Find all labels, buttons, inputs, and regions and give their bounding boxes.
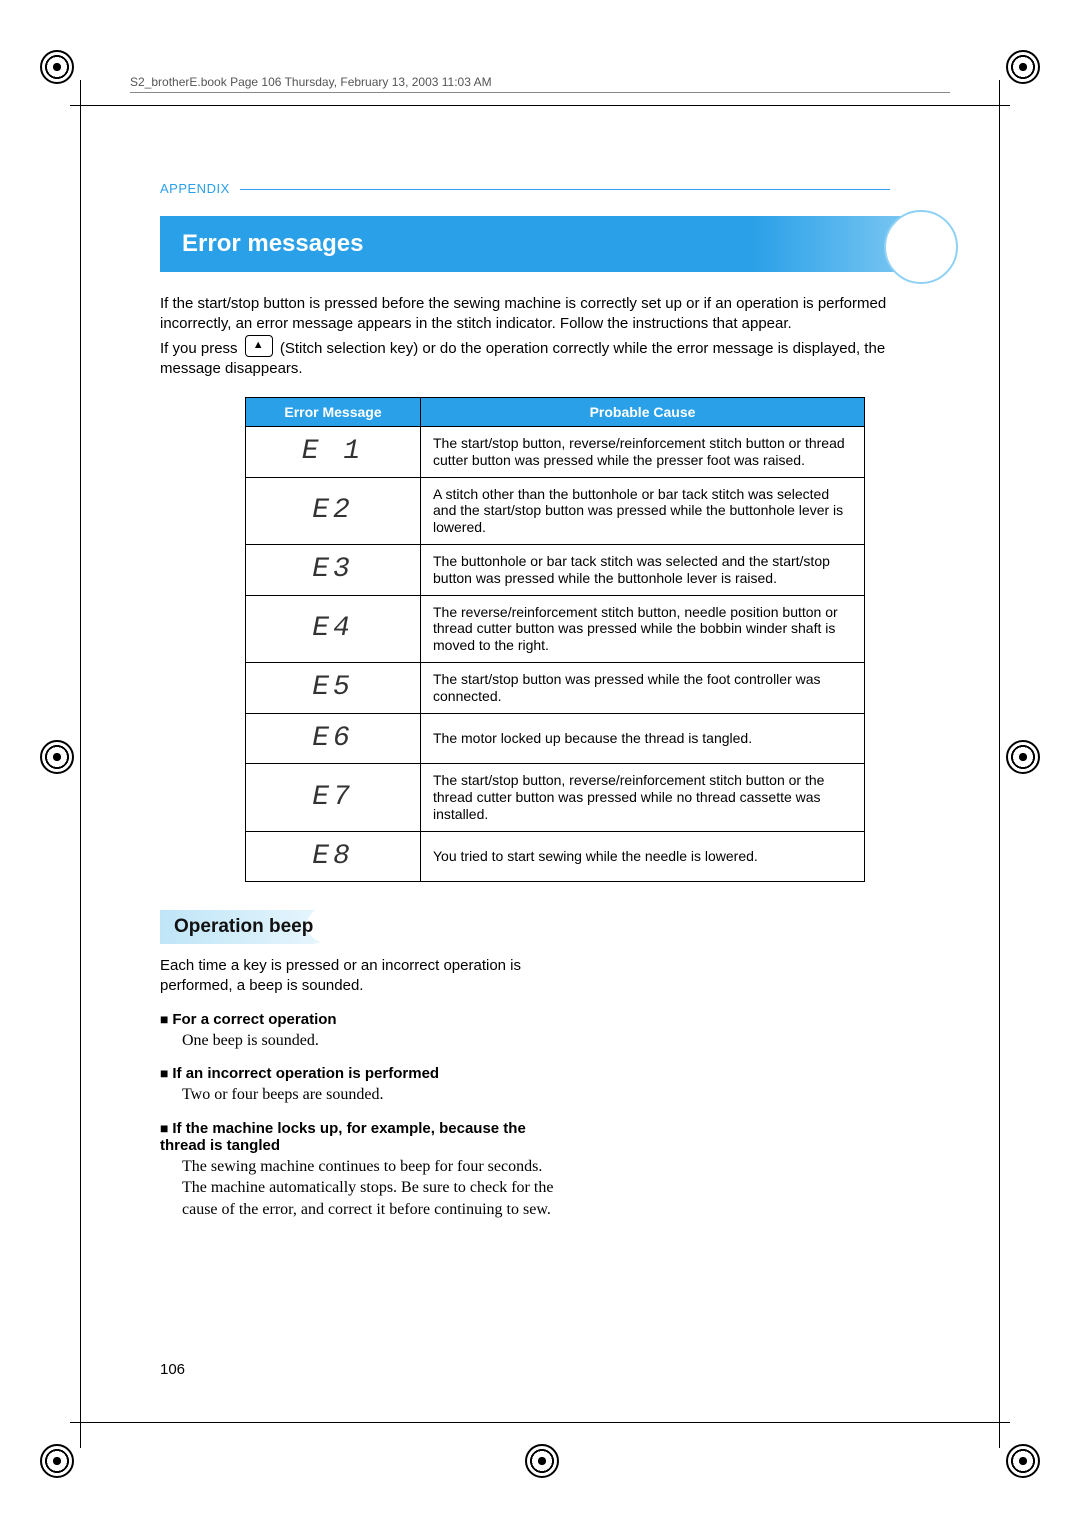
intro-paragraph-2: If you press (Stitch selection key) or d… xyxy=(160,335,950,380)
print-header: S2_brotherE.book Page 106 Thursday, Febr… xyxy=(130,75,492,89)
subsection-intro: Each time a key is pressed or an incorre… xyxy=(160,956,560,997)
section-banner: Error messages xyxy=(160,216,950,272)
error-cause: You tried to start sewing while the need… xyxy=(421,831,865,882)
error-code: E2 xyxy=(246,477,421,544)
appendix-rule xyxy=(240,189,890,190)
table-row: E4 The reverse/reinforcement stitch butt… xyxy=(246,595,865,662)
error-cause: The motor locked up because the thread i… xyxy=(421,713,865,764)
page-number: 106 xyxy=(160,1361,185,1378)
subsection-banner: Operation beep xyxy=(160,910,327,944)
registration-mark-icon xyxy=(1006,740,1040,774)
error-cause: The reverse/reinforcement stitch button,… xyxy=(421,595,865,662)
error-code: E6 xyxy=(246,713,421,764)
error-cause: A stitch other than the buttonhole or ba… xyxy=(421,477,865,544)
error-message-table: Error Message Probable Cause E 1 The sta… xyxy=(245,397,865,882)
crop-line xyxy=(999,80,1000,1448)
table-header-row: Error Message Probable Cause xyxy=(246,398,865,427)
intro-paragraph-1: If the start/stop button is pressed befo… xyxy=(160,294,950,335)
appendix-heading: APPENDIX xyxy=(160,180,950,198)
subsection-title: Operation beep xyxy=(174,916,313,937)
col-header-error: Error Message xyxy=(246,398,421,427)
registration-mark-icon xyxy=(1006,50,1040,84)
table-row: E6 The motor locked up because the threa… xyxy=(246,713,865,764)
list-item: For a correct operation One beep is soun… xyxy=(160,1011,560,1052)
error-cause: The buttonhole or bar tack stitch was se… xyxy=(421,544,865,595)
page-content: APPENDIX Error messages If the start/sto… xyxy=(160,180,950,1221)
registration-mark-icon xyxy=(1006,1444,1040,1478)
subsection-operation-beep: Operation beep Each time a key is presse… xyxy=(160,910,560,1220)
crop-line xyxy=(80,80,81,1448)
appendix-label: APPENDIX xyxy=(160,181,230,196)
print-header-rule xyxy=(130,92,950,93)
list-item-body: One beep is sounded. xyxy=(182,1030,560,1052)
table-row: E7 The start/stop button, reverse/reinfo… xyxy=(246,764,865,831)
intro-2-prefix: If you press xyxy=(160,340,242,357)
crop-line xyxy=(70,1422,1010,1423)
section-title: Error messages xyxy=(182,230,363,258)
error-code: E7 xyxy=(246,764,421,831)
crop-line xyxy=(70,105,1010,106)
registration-mark-icon xyxy=(40,1444,74,1478)
error-code: E8 xyxy=(246,831,421,882)
section-intro: If the start/stop button is pressed befo… xyxy=(160,294,950,379)
col-header-cause: Probable Cause xyxy=(421,398,865,427)
error-cause: The start/stop button, reverse/reinforce… xyxy=(421,427,865,478)
list-item: If the machine locks up, for example, be… xyxy=(160,1120,560,1221)
error-cause: The start/stop button, reverse/reinforce… xyxy=(421,764,865,831)
list-item-body: The sewing machine continues to beep for… xyxy=(182,1156,560,1221)
table-row: E3 The buttonhole or bar tack stitch was… xyxy=(246,544,865,595)
list-item-heading: For a correct operation xyxy=(160,1011,337,1028)
table-row: E2 A stitch other than the buttonhole or… xyxy=(246,477,865,544)
table-row: E8 You tried to start sewing while the n… xyxy=(246,831,865,882)
registration-mark-icon xyxy=(525,1444,559,1478)
error-code: E5 xyxy=(246,662,421,713)
stitch-selection-key-icon xyxy=(245,335,273,357)
error-code: E4 xyxy=(246,595,421,662)
table-row: E 1 The start/stop button, reverse/reinf… xyxy=(246,427,865,478)
error-cause: The start/stop button was pressed while … xyxy=(421,662,865,713)
list-item-heading: If the machine locks up, for example, be… xyxy=(160,1120,526,1154)
error-code: E 1 xyxy=(246,427,421,478)
registration-mark-icon xyxy=(40,740,74,774)
list-item-heading: If an incorrect operation is performed xyxy=(160,1065,439,1082)
list-item: If an incorrect operation is performed T… xyxy=(160,1065,560,1106)
error-code: E3 xyxy=(246,544,421,595)
list-item-body: Two or four beeps are sounded. xyxy=(182,1084,560,1106)
table-row: E5 The start/stop button was pressed whi… xyxy=(246,662,865,713)
registration-mark-icon xyxy=(40,50,74,84)
